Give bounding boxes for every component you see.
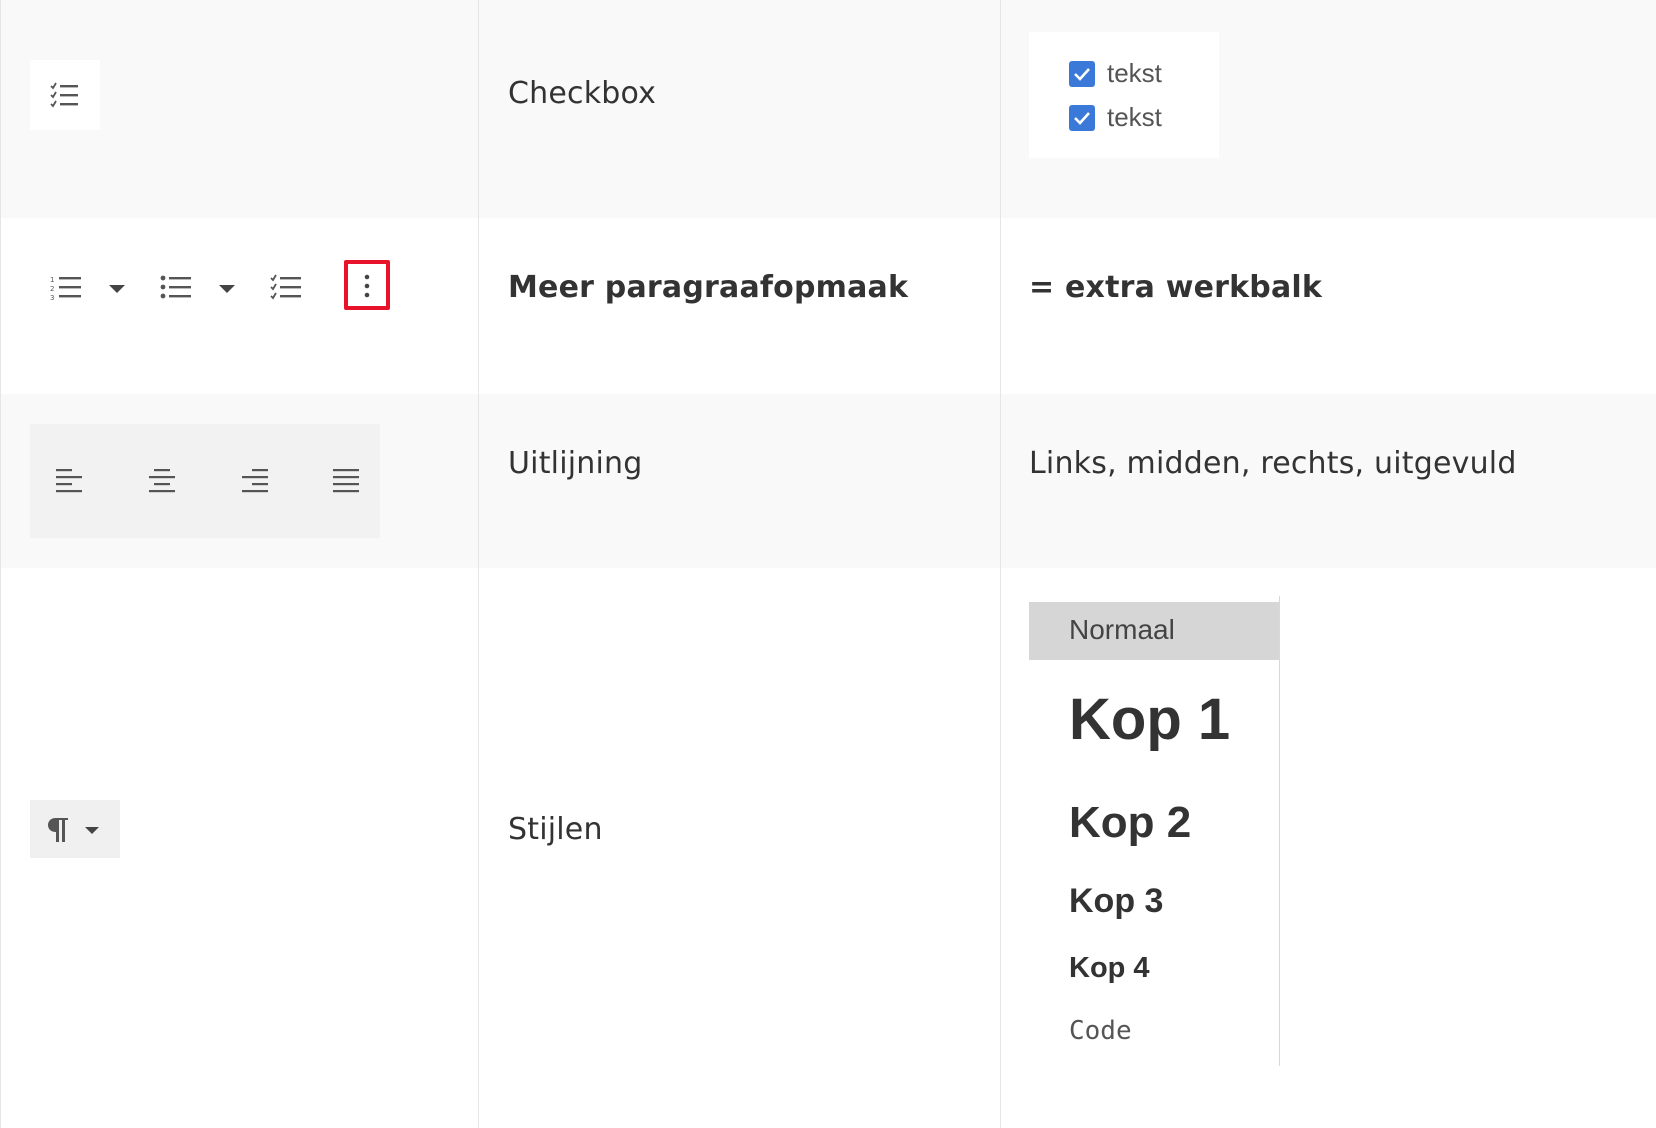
- checkbox-example: tekst tekst: [1029, 32, 1219, 158]
- row-name-styles: Stijlen: [508, 812, 603, 847]
- table-row-styles: Stijlen: [0, 568, 1656, 1128]
- column-divider: [478, 0, 479, 1128]
- dropdown-caret-icon: [85, 827, 99, 834]
- svg-text:1: 1: [50, 276, 54, 284]
- dropdown-caret-icon[interactable]: [218, 284, 236, 294]
- paragraph-style-button[interactable]: [30, 800, 120, 858]
- checkbox-checked-icon: [1069, 104, 1095, 131]
- column-divider: [1000, 0, 1001, 1128]
- align-justify-icon[interactable]: [332, 468, 360, 494]
- styles-dropdown-menu: Normaal Kop 1 Kop 2 Kop 3 Kop 4 Code: [1029, 596, 1280, 1066]
- checkbox-checked-icon: [1069, 60, 1095, 87]
- numbered-list-icon[interactable]: 1 2 3: [50, 274, 82, 302]
- checklist-icon[interactable]: [270, 274, 302, 302]
- style-option-heading-1[interactable]: Kop 1: [1069, 686, 1230, 753]
- checklist-button[interactable]: [30, 60, 100, 130]
- row-name-more-paragraph: Meer paragraafopmaak: [508, 270, 909, 305]
- align-right-icon[interactable]: [240, 468, 268, 494]
- checklist-icon: [50, 82, 78, 108]
- style-option-normal[interactable]: Normaal: [1069, 614, 1175, 646]
- table-row-alignment: Uitlijning Links, midden, rechts, uitgev…: [0, 394, 1656, 568]
- style-option-heading-2[interactable]: Kop 2: [1069, 798, 1191, 848]
- paragraph-icon: [48, 818, 68, 842]
- style-option-heading-4[interactable]: Kop 4: [1069, 952, 1150, 985]
- checkbox-item-label: tekst: [1107, 58, 1162, 88]
- align-left-icon[interactable]: [56, 468, 84, 494]
- style-option-heading-3[interactable]: Kop 3: [1069, 882, 1163, 921]
- dropdown-caret-icon[interactable]: [108, 284, 126, 294]
- style-option-code[interactable]: Code: [1069, 1016, 1132, 1046]
- row-description-alignment: Links, midden, rechts, uitgevuld: [1029, 446, 1517, 481]
- table-row-more-paragraph: 1 2 3 Meer paragraafopmaak = extra werkb…: [0, 218, 1656, 394]
- alignment-toolbar: [30, 424, 380, 538]
- bulleted-list-icon[interactable]: [160, 274, 192, 302]
- checkbox-item[interactable]: tekst: [1069, 58, 1162, 89]
- row-name-checkbox: Checkbox: [508, 76, 657, 111]
- more-vertical-icon: [364, 274, 370, 298]
- svg-text:2: 2: [50, 285, 54, 293]
- align-center-icon[interactable]: [148, 468, 176, 494]
- row-description-more-paragraph: = extra werkbalk: [1029, 270, 1323, 305]
- more-options-button[interactable]: [344, 260, 390, 310]
- column-divider: [0, 0, 1, 1128]
- table-row-checkbox: Checkbox tekst tekst: [0, 0, 1656, 218]
- checkbox-item[interactable]: tekst: [1069, 102, 1162, 133]
- checkbox-item-label: tekst: [1107, 102, 1162, 132]
- formatting-table: Checkbox tekst tekst 1 2 3 Meer paragraa…: [0, 0, 1656, 1128]
- svg-text:3: 3: [50, 294, 54, 302]
- row-name-alignment: Uitlijning: [508, 446, 643, 481]
